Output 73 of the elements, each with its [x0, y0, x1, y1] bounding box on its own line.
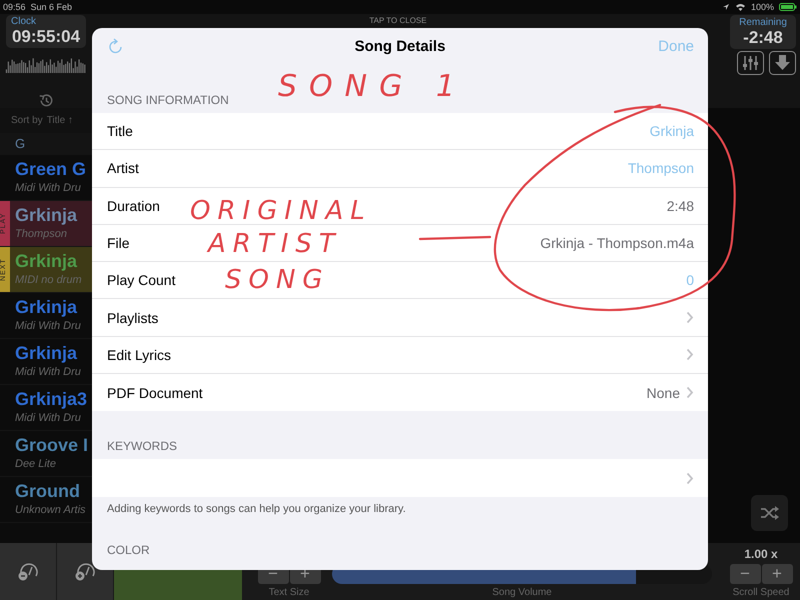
status-date: Sun 6 Feb — [30, 2, 72, 12]
scroll-speed-value: 1.00 x — [744, 547, 778, 561]
section-header: SONG INFORMATION — [106, 92, 230, 109]
song-artist: Thompson — [15, 228, 68, 240]
row-label: Title — [107, 123, 133, 140]
sheet-title: Song Details — [354, 38, 446, 55]
sort-option[interactable]: Title ↑ — [46, 115, 73, 126]
handwritten-note: SONG — [225, 265, 330, 295]
clock-time: 09:55:04 — [12, 26, 80, 47]
battery-percent: 100% — [750, 2, 774, 12]
scroll-speed-label: Scroll Speed — [732, 587, 790, 599]
volume-label: Song Volume — [492, 587, 552, 599]
mixer-icon[interactable] — [737, 51, 764, 75]
history-icon[interactable] — [38, 92, 54, 108]
detail-row[interactable]: Playlists — [92, 299, 708, 337]
metronome-minus-icon[interactable] — [17, 562, 39, 582]
song-title: Green G — [15, 159, 86, 179]
text-size-label: Text Size — [268, 587, 310, 599]
remaining-label: Remaining — [739, 16, 787, 28]
row-value: 2:48 — [666, 198, 694, 214]
tap-to-close-hint[interactable]: TAP TO CLOSE — [369, 16, 427, 26]
detail-row[interactable]: PDF Document None — [92, 374, 708, 412]
song-title: Grkinja3 — [15, 389, 88, 409]
song-title: Grkinja — [15, 251, 78, 271]
row-label: Artist — [107, 160, 139, 176]
detail-row[interactable]: Title Grkinja — [92, 113, 708, 150]
song-artist: Midi With Dru — [15, 412, 82, 424]
song-title: Ground — [15, 481, 81, 501]
metronome-minus-button[interactable] — [0, 543, 56, 600]
chevron-icon — [686, 348, 694, 362]
detail-row[interactable]: Artist Thompson — [92, 150, 708, 188]
row-label: PDF Document — [107, 384, 203, 401]
section-footer: Adding keywords to songs can help you organize your library. — [92, 496, 708, 515]
shuffle-icon[interactable] — [760, 505, 780, 521]
handwritten-note: ORIGINAL — [190, 196, 372, 226]
remaining-time: -2:48 — [743, 28, 783, 48]
sort-label: Sort by — [11, 115, 43, 126]
row-value: None — [646, 384, 680, 401]
detail-row[interactable]: Edit Lyrics — [92, 336, 708, 374]
section-header: KEYWORDS — [106, 438, 178, 456]
shuffle-button[interactable] — [751, 495, 788, 531]
wifi-icon — [734, 3, 746, 11]
row-label: Playlists — [107, 310, 158, 326]
section-letter: G — [0, 133, 92, 155]
handwritten-note: SONG 1 — [278, 72, 467, 102]
song-title: Groove I — [15, 435, 88, 455]
chevron-icon — [686, 311, 694, 324]
row-value: Grkinja - Thompson.m4a — [540, 235, 694, 252]
song-artist: Dee Lite — [15, 458, 57, 470]
row-label: File — [107, 235, 130, 252]
song-artist: Midi With Dru — [15, 366, 81, 378]
status-time: 09:56 — [3, 2, 26, 12]
battery-icon — [779, 3, 797, 11]
metronome-plus-icon[interactable] — [74, 562, 96, 582]
song-artist: Unknown Artis — [15, 504, 86, 516]
clock-label: Clock — [10, 16, 36, 27]
song-title: Grkinja — [15, 297, 78, 317]
row-label: Duration — [107, 198, 160, 214]
download-icon[interactable] — [769, 51, 796, 75]
chevron-icon — [686, 472, 694, 485]
chevron-icon — [686, 386, 694, 400]
song-title: Grkinja — [15, 205, 78, 225]
song-artist: Midi With Dru — [15, 182, 82, 194]
row-label: Play Count — [107, 272, 176, 288]
row-label: Edit Lyrics — [107, 346, 172, 363]
scroll-speed-button[interactable]: − — [730, 564, 760, 584]
song-title: Grkinja — [15, 343, 78, 363]
section-header: COLOR — [106, 542, 151, 559]
handwritten-note: ARTIST — [208, 229, 342, 259]
location-icon — [722, 3, 730, 11]
song-artist: MIDI no drum — [15, 274, 82, 286]
scroll-speed-button[interactable]: + — [762, 564, 792, 584]
song-artist: Midi With Dru — [15, 320, 81, 332]
